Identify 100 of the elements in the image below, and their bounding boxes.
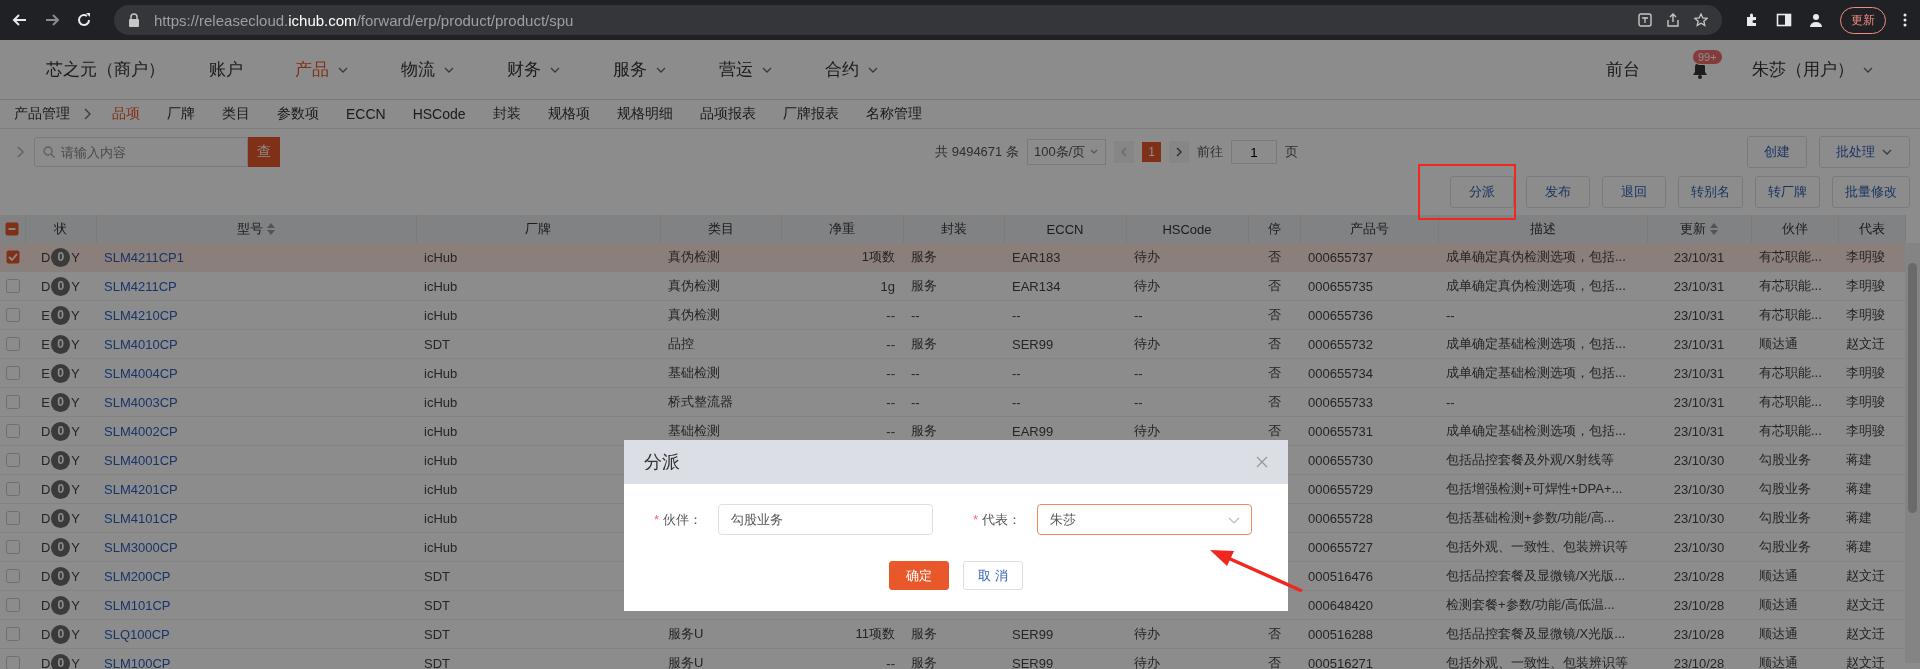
search-button[interactable]: 查 bbox=[248, 137, 280, 167]
sub-nav-tab[interactable]: 品项报表 bbox=[699, 105, 756, 123]
model-link[interactable]: SLM4001CP bbox=[104, 452, 178, 468]
sub-nav-tab[interactable]: 封装 bbox=[492, 105, 521, 123]
partner-field[interactable]: 勾股业务 bbox=[718, 504, 934, 535]
column-header[interactable]: 型号 bbox=[237, 220, 275, 238]
table-row[interactable]: E 0 Y SLM4010CP SDT 品控 -- 服务 SER99 待办 否 000655732 成单确定基础检测选项，包括... 23/10/31 顺达通 赵文迁 bbox=[0, 329, 1905, 359]
table-cell: 否 bbox=[1267, 307, 1281, 322]
create-button[interactable]: 创建 bbox=[1747, 136, 1807, 168]
nav-menu-item[interactable]: 物流 bbox=[401, 58, 455, 81]
sub-nav-tab[interactable]: 名称管理 bbox=[865, 105, 922, 123]
flag-letter: Y bbox=[71, 423, 81, 439]
table-cell: 成单确定基础检测选项，包括... bbox=[1446, 336, 1626, 351]
table-cell: 000655737 bbox=[1308, 249, 1374, 265]
model-link[interactable]: SLM4211CP1 bbox=[104, 249, 184, 265]
table-cell: 000648420 bbox=[1308, 597, 1374, 613]
action-button[interactable]: 发布 bbox=[1526, 176, 1590, 208]
sub-nav-tab[interactable]: 规格明细 bbox=[616, 105, 673, 123]
action-button[interactable]: 退回 bbox=[1602, 176, 1666, 208]
table-cell: 23/10/31 bbox=[1673, 278, 1725, 294]
model-link[interactable]: SLM200CP bbox=[104, 568, 171, 584]
sub-nav-tab[interactable]: 类目 bbox=[222, 105, 250, 123]
field-label: 伙伴： bbox=[663, 510, 703, 529]
model-link[interactable]: SLM4101CP bbox=[104, 510, 178, 526]
nav-menu-item[interactable]: 财务 bbox=[507, 58, 561, 81]
table-cell: 包括基础检测+参数/功能/高... bbox=[1446, 510, 1615, 525]
nav-menu-item[interactable]: 账户 bbox=[209, 58, 243, 81]
column-header[interactable]: 产品号 bbox=[1349, 220, 1389, 238]
model-link[interactable]: SLM4003CP bbox=[104, 394, 178, 410]
model-link[interactable]: SLM3000CP bbox=[104, 539, 178, 555]
table-cell: 服务 bbox=[911, 626, 937, 641]
selected-row-highlight[interactable]: D 0 Y SLM4211CP1 icHub 真伪检测 1项数 服务 EAR183 待办 否 000655737 成单确定真伪检测选项，包括... 23/10/31 有芯职能... 李明骏 bbox=[0, 243, 1905, 272]
goto-label: 前往 bbox=[1196, 143, 1223, 161]
column-header[interactable]: 伙伴 bbox=[1781, 220, 1808, 238]
table-cell: 待办 bbox=[1134, 626, 1160, 641]
notification-badge: 99+ bbox=[1692, 48, 1723, 65]
action-button[interactable]: 分派 bbox=[1450, 176, 1514, 208]
address-bar[interactable]: https://releasecloud.ichub.com/forward/erp/product/product/spu bbox=[114, 5, 1722, 35]
table-cell: 否 bbox=[1267, 249, 1281, 264]
cancel-button[interactable]: 取 消 bbox=[963, 561, 1023, 590]
table-cell: 待办 bbox=[1134, 336, 1160, 351]
flag-letter: Y bbox=[71, 510, 81, 526]
sub-nav-tab[interactable]: HSCode bbox=[412, 106, 466, 122]
column-header[interactable]: 状 bbox=[54, 220, 67, 238]
table-cell: 否 bbox=[1267, 394, 1281, 409]
table-cell: 基础检测 bbox=[668, 423, 720, 438]
batch-dropdown-button[interactable]: 批处理 bbox=[1819, 136, 1910, 168]
table-cell: 000655733 bbox=[1308, 394, 1374, 410]
nav-menu-item[interactable]: 营运 bbox=[719, 58, 773, 81]
action-button[interactable]: 转别名 bbox=[1678, 176, 1743, 208]
table-cell: 真伪检测 bbox=[668, 249, 720, 264]
nav-menu-item[interactable]: 合约 bbox=[825, 58, 879, 81]
page-size-select[interactable]: 100条/页 bbox=[1026, 139, 1107, 165]
column-header[interactable]: 类目 bbox=[707, 220, 734, 238]
column-header[interactable]: 净重 bbox=[829, 220, 855, 238]
model-link[interactable]: SLQ100CP bbox=[104, 626, 170, 642]
table-row[interactable]: E 0 Y SLM4210CP icHub 真伪检测 -- -- -- -- 否 000655736 -- 23/10/31 有芯职能... 李明骏 bbox=[0, 300, 1905, 330]
column-header[interactable]: ECCN bbox=[1046, 221, 1084, 237]
table-row[interactable]: E 0 Y SLM4004CP icHub 基础检测 -- -- -- -- 否 000655734 成单确定基础检测选项，包括... 23/10/31 有芯职能... 李明骏 bbox=[0, 358, 1905, 388]
sub-nav-tab[interactable]: 厂牌 bbox=[167, 105, 195, 123]
model-link[interactable]: SLM4211CP bbox=[104, 278, 177, 294]
column-header[interactable]: 描述 bbox=[1529, 220, 1556, 238]
update-button[interactable]: 更新 bbox=[1840, 6, 1886, 34]
flag-letter: Y bbox=[71, 539, 81, 555]
model-link[interactable]: SLM4004CP bbox=[104, 365, 178, 381]
model-link[interactable]: SLM4201CP bbox=[104, 481, 178, 497]
model-link[interactable]: SLM4210CP bbox=[104, 307, 178, 323]
table-cell: 23/10/28 bbox=[1673, 626, 1725, 642]
representative-select[interactable]: 朱莎 bbox=[1037, 504, 1253, 535]
action-button[interactable]: 批量修改 bbox=[1832, 176, 1910, 208]
confirm-button[interactable]: 确定 bbox=[889, 561, 949, 590]
sub-nav-tab[interactable]: 参数项 bbox=[277, 105, 319, 123]
sub-nav-tab[interactable]: 规格项 bbox=[547, 105, 590, 123]
user-menu[interactable]: 朱莎（用户） bbox=[1752, 58, 1874, 81]
column-header[interactable]: 封装 bbox=[940, 220, 967, 238]
nav-menu-item[interactable]: 产品 bbox=[295, 58, 349, 81]
model-link[interactable]: SLM100CP bbox=[104, 655, 171, 669]
front-desk-link[interactable]: 前台 bbox=[1606, 58, 1640, 81]
column-header[interactable]: 停 bbox=[1267, 220, 1281, 238]
table-cell: 否 bbox=[1267, 365, 1281, 380]
page-number[interactable]: 1 bbox=[1142, 142, 1161, 162]
search-field[interactable]: 请输入内容 bbox=[34, 137, 248, 167]
sub-nav-tab[interactable]: 厂牌报表 bbox=[782, 105, 839, 123]
table-row[interactable]: D 0 Y SLM4211CP icHub 真伪检测 1g 服务 EAR134 待办 否 000655735 成单确定真伪检测选项，包括... 23/10/31 有芯职能... 李明骏 bbox=[0, 271, 1905, 301]
breadcrumb-root[interactable]: 产品管理 bbox=[14, 105, 70, 123]
page-input[interactable]: 1 bbox=[1230, 140, 1277, 164]
nav-menu-item[interactable]: 服务 bbox=[613, 58, 667, 81]
model-link[interactable]: SLM101CP bbox=[104, 597, 171, 613]
table-row[interactable]: D 0 Y SLQ100CP SDT 服务U 11项数 服务 SER99 待办 否 000516288 包括品控套餐及显微镜/X光版... 23/10/28 顺达通 赵文迁 bbox=[0, 619, 1905, 649]
model-link[interactable]: SLM4010CP bbox=[104, 336, 178, 352]
model-link[interactable]: SLM4002CP bbox=[104, 423, 178, 439]
sub-nav-tab[interactable]: ECCN bbox=[346, 106, 386, 122]
table-cell: 23/10/30 bbox=[1673, 510, 1725, 526]
sub-nav-tab[interactable]: 品项 bbox=[112, 105, 140, 123]
table-cell: -- bbox=[1446, 307, 1455, 323]
table-row[interactable]: E 0 Y SLM4003CP icHub 桥式整流器 -- -- -- -- 否 000655733 -- 23/10/31 有芯职能... 李明骏 bbox=[0, 387, 1905, 417]
action-button[interactable]: 转厂牌 bbox=[1755, 176, 1820, 208]
column-header[interactable]: 厂牌 bbox=[525, 220, 551, 238]
table-cell: EAR183 bbox=[1012, 249, 1061, 265]
table-cell: 23/10/31 bbox=[1673, 249, 1725, 265]
